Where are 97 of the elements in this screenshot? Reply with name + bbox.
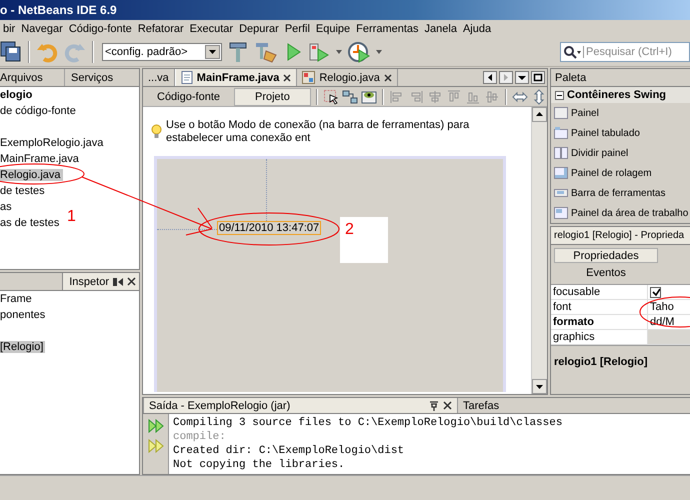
collapse-icon[interactable] bbox=[555, 90, 564, 100]
tree-item[interactable]: Relogio.java bbox=[0, 169, 63, 181]
blank-component bbox=[340, 217, 388, 263]
palette-item[interactable]: Painel da área de trabalho bbox=[551, 203, 690, 223]
hammer-icon[interactable] bbox=[228, 41, 248, 63]
palette-item[interactable]: Painel bbox=[551, 103, 690, 123]
menu-item[interactable]: Depurar bbox=[236, 23, 282, 35]
split-panel-icon bbox=[554, 146, 568, 160]
menu-item[interactable]: Equipe bbox=[312, 23, 354, 35]
tree-item[interactable]: ponentes bbox=[0, 309, 48, 321]
tree-item[interactable]: [Relogio] bbox=[0, 341, 46, 353]
close-icon[interactable] bbox=[384, 74, 392, 82]
output-tab[interactable]: Tarefas bbox=[457, 398, 504, 413]
palette-item[interactable]: Barra de ferramentas bbox=[551, 183, 690, 203]
palette-item[interactable]: Dividir painel bbox=[551, 143, 690, 163]
palette-category[interactable]: Contêineres Swing bbox=[551, 87, 690, 103]
clock-label[interactable]: 09/11/2010 13:47:07 bbox=[217, 221, 322, 235]
annotation-number: 2 bbox=[345, 222, 354, 238]
output-line: Compiling 3 source files to C:\ExemploRelogio\build\classes bbox=[173, 416, 564, 430]
selection-mode-icon[interactable] bbox=[322, 88, 339, 104]
view-toggle[interactable]: Código-fonte bbox=[146, 88, 231, 106]
close-icon[interactable] bbox=[283, 74, 292, 82]
output-line: Not copying the libraries. bbox=[173, 458, 346, 472]
tree-item[interactable]: as de testes bbox=[0, 217, 62, 229]
tree-item[interactable]: Frame bbox=[0, 293, 34, 305]
scrollbar[interactable] bbox=[531, 107, 547, 394]
menu-item[interactable]: Ferramentas bbox=[353, 23, 422, 35]
check-icon bbox=[652, 288, 660, 296]
properties-tab[interactable]: Eventos bbox=[554, 265, 658, 280]
checkbox[interactable] bbox=[650, 286, 661, 298]
lightbulb-icon bbox=[151, 124, 162, 139]
tabbed-panel-icon bbox=[554, 126, 568, 140]
toolbar-icon bbox=[554, 186, 568, 200]
panel-tab[interactable]: Arquivos bbox=[0, 69, 64, 86]
pin-icon[interactable] bbox=[429, 400, 439, 410]
panel-title: Paleta bbox=[555, 72, 586, 84]
property-value[interactable]: Taho bbox=[647, 300, 690, 314]
annotation-number: 1 bbox=[67, 209, 76, 225]
search-icon bbox=[563, 45, 581, 59]
caret-icon[interactable] bbox=[376, 50, 382, 54]
panel-tab[interactable]: Serviços bbox=[64, 69, 122, 86]
file-icon bbox=[180, 71, 193, 84]
menu-item[interactable]: Código-fonte bbox=[66, 23, 135, 35]
property-name: formato bbox=[552, 315, 595, 329]
panel-title: Inspetor bbox=[69, 276, 109, 288]
caret-icon[interactable] bbox=[336, 50, 342, 54]
dropdown-arrow-icon bbox=[209, 50, 216, 54]
menu-item[interactable]: Janela bbox=[422, 23, 460, 35]
property-name: font bbox=[552, 300, 572, 314]
minimize-icon[interactable] bbox=[113, 276, 123, 286]
editor-tab[interactable]: MainFrame.java bbox=[174, 69, 298, 86]
scroll-left-icon[interactable] bbox=[483, 71, 497, 84]
search-field[interactable]: Pesquisar (Ctrl+I) bbox=[560, 42, 690, 62]
profile-icon[interactable] bbox=[348, 41, 370, 63]
hint-text: Use o botão Modo de conexão (na barra de ferramentas) para estabelecer uma conexão ent bbox=[166, 118, 470, 144]
maximize-icon[interactable] bbox=[531, 71, 545, 84]
desktop-panel-icon bbox=[554, 206, 568, 220]
property-name: graphics bbox=[552, 330, 596, 344]
scroll-panel-icon bbox=[554, 166, 568, 180]
selected-component-name: relogio1 [Relogio] bbox=[554, 356, 648, 368]
output-line: Created dir: C:\ExemploRelogio\dist bbox=[173, 444, 406, 458]
menu-item[interactable]: bir bbox=[0, 23, 18, 35]
tree-item[interactable]: as bbox=[0, 201, 14, 213]
window-title: o - NetBeans IDE 6.9 bbox=[0, 3, 117, 17]
tree-item[interactable]: elogio bbox=[0, 89, 34, 101]
debug-icon[interactable] bbox=[308, 41, 330, 63]
panel-icon bbox=[554, 106, 568, 120]
output-line: compile: bbox=[173, 430, 227, 444]
property-value[interactable]: dd/M bbox=[647, 315, 690, 329]
editor-tab[interactable]: Relogio.java bbox=[297, 69, 398, 86]
scroll-down-icon[interactable] bbox=[532, 379, 547, 394]
menu-item[interactable]: Executar bbox=[186, 23, 236, 35]
scroll-right-icon[interactable] bbox=[499, 71, 513, 84]
panel-title: relogio1 [Relogio] - Proprieda bbox=[554, 230, 684, 241]
property-name: focusable bbox=[552, 285, 602, 299]
close-icon[interactable] bbox=[443, 401, 452, 410]
connection-mode-icon[interactable] bbox=[342, 88, 358, 104]
form-icon bbox=[302, 71, 316, 84]
tree-item[interactable]: de código-fonte bbox=[0, 105, 78, 117]
palette-item[interactable]: Painel tabulado bbox=[551, 123, 690, 143]
tree-item[interactable]: MainFrame.java bbox=[0, 153, 81, 165]
menu-item[interactable]: Refatorar bbox=[134, 23, 187, 35]
menu-item[interactable]: Navegar bbox=[18, 23, 66, 35]
tree-item[interactable]: ExemploRelogio.java bbox=[0, 137, 106, 149]
menu-item[interactable]: Perfil bbox=[282, 23, 313, 35]
properties-tab[interactable]: Propriedades bbox=[554, 248, 658, 263]
configuration-dropdown[interactable]: <config. padrão> bbox=[102, 43, 222, 61]
save-all-icon[interactable] bbox=[0, 41, 22, 63]
palette-item[interactable]: Painel de rolagem bbox=[551, 163, 690, 183]
output-tab[interactable]: Saída - ExemploRelogio (jar) bbox=[143, 398, 457, 413]
menu-item[interactable]: Ajuda bbox=[460, 23, 494, 35]
view-toggle[interactable]: Projeto bbox=[234, 88, 311, 106]
tree-item[interactable]: de testes bbox=[0, 185, 47, 197]
preview-icon[interactable] bbox=[360, 88, 377, 104]
close-icon[interactable] bbox=[127, 277, 136, 286]
broom-hammer-icon[interactable] bbox=[254, 41, 278, 63]
scroll-up-icon[interactable] bbox=[532, 107, 547, 122]
